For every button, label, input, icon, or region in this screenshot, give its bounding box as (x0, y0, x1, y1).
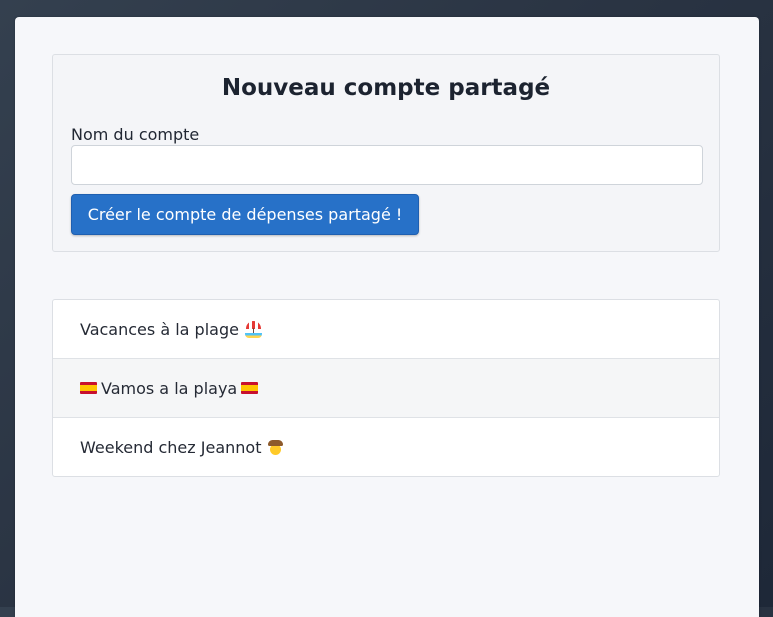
account-item-label: Vacances à la plage (80, 319, 239, 339)
account-item-vacances[interactable]: Vacances à la plage (53, 300, 719, 358)
account-item-label: Vamos a la playa (101, 378, 238, 398)
beach-umbrella-icon (244, 320, 262, 338)
cowboy-face-icon (267, 439, 284, 456)
spain-flag-icon (241, 382, 259, 394)
account-item-weekend[interactable]: Weekend chez Jeannot (53, 417, 719, 476)
account-item-label: Weekend chez Jeannot (80, 437, 262, 457)
form-title: Nouveau compte partagé (221, 75, 551, 101)
account-name-label: Nom du compte (71, 125, 200, 144)
create-account-button[interactable]: Créer le compte de dépenses partagé ! (71, 194, 419, 235)
account-list: Vacances à la plage Vamos a la playa Wee… (52, 299, 720, 477)
spain-flag-icon (80, 382, 97, 394)
account-item-vamos[interactable]: Vamos a la playa (53, 358, 719, 417)
account-name-input[interactable] (71, 145, 703, 185)
new-account-form: Nouveau compte partagé Nom du compte Cré… (52, 54, 720, 252)
app-panel: Nouveau compte partagé Nom du compte Cré… (15, 17, 759, 617)
